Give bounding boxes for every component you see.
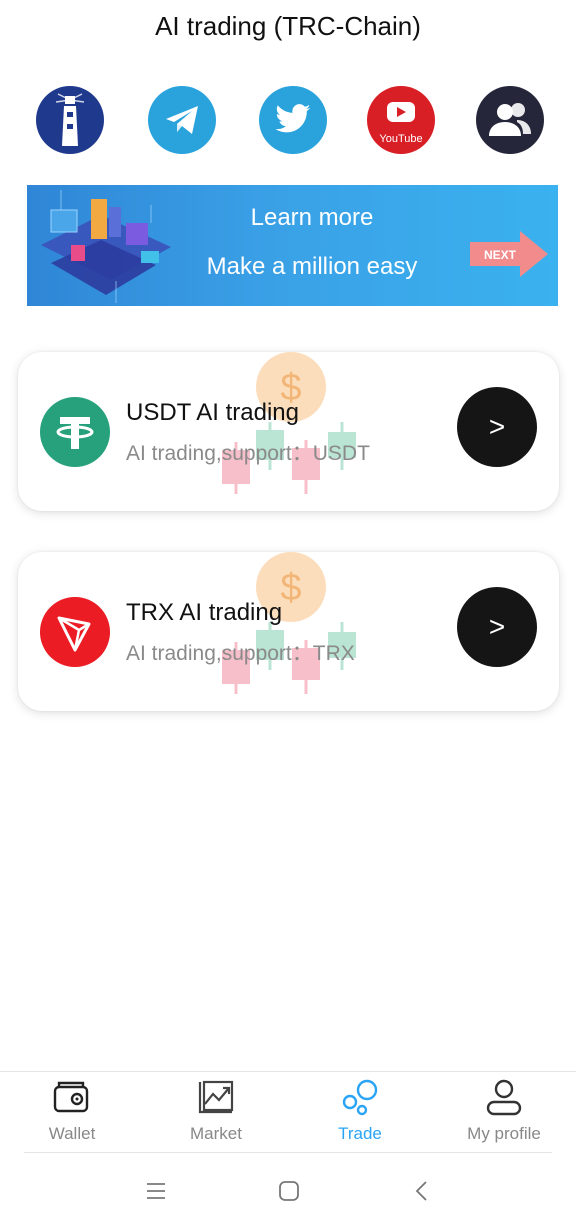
usdt-go-button[interactable]: > <box>457 387 537 467</box>
system-navigation-bar <box>0 1153 576 1229</box>
social-links-row: YouTube <box>0 86 576 156</box>
trx-go-button[interactable]: > <box>457 587 537 667</box>
card-subtitle: AI trading,support：TRX <box>126 642 355 665</box>
card-title: TRX AI trading <box>126 599 283 626</box>
tab-wallet[interactable]: Wallet <box>0 1072 144 1154</box>
tab-label: My profile <box>467 1124 541 1143</box>
home-icon[interactable] <box>277 1179 301 1203</box>
tab-label: Wallet <box>48 1124 96 1143</box>
tab-label: Trade <box>338 1124 382 1143</box>
tab-label: Market <box>190 1124 242 1143</box>
candlestick-decoration-icon: $ <box>222 352 356 494</box>
community-icon[interactable] <box>476 86 544 154</box>
card-subtitle: AI trading,support：USDT <box>126 442 370 465</box>
youtube-icon[interactable]: YouTube <box>367 86 435 154</box>
candlestick-decoration-icon: $ <box>222 552 356 694</box>
wallet-icon <box>53 1081 89 1113</box>
page-title: AI trading (TRC-Chain) <box>155 11 421 41</box>
banner-tagline: Make a million easy <box>206 253 418 280</box>
next-arrow-icon[interactable]: NEXT <box>468 229 550 279</box>
banner-headline: Learn more <box>250 204 374 231</box>
tab-my-profile[interactable]: My profile <box>432 1072 576 1154</box>
youtube-label: YouTube <box>379 133 422 145</box>
svg-text:$: $ <box>280 567 301 609</box>
promo-banner[interactable]: Learn more Make a million easy NEXT <box>27 185 558 306</box>
tether-icon <box>40 397 110 467</box>
tab-trade[interactable]: Trade <box>288 1072 432 1154</box>
next-label: NEXT <box>484 248 517 262</box>
bottom-tab-bar: Wallet Market Trade My profile <box>0 1071 576 1154</box>
lighthouse-icon[interactable] <box>36 86 104 154</box>
usdt-trading-card[interactable]: $ USDT AI trading AI trading,support：USD… <box>18 352 559 511</box>
telegram-icon[interactable] <box>148 86 216 154</box>
card-title: USDT AI trading <box>126 399 299 426</box>
tron-icon <box>40 597 110 667</box>
tab-market[interactable]: Market <box>144 1072 288 1154</box>
back-icon[interactable] <box>410 1179 434 1203</box>
market-chart-icon <box>198 1080 234 1114</box>
recent-apps-icon[interactable] <box>144 1179 168 1203</box>
twitter-icon[interactable] <box>259 86 327 154</box>
trx-trading-card[interactable]: $ TRX AI trading AI trading,support：TRX … <box>18 552 559 711</box>
trade-bubbles-icon <box>342 1079 378 1116</box>
profile-icon <box>486 1079 522 1116</box>
